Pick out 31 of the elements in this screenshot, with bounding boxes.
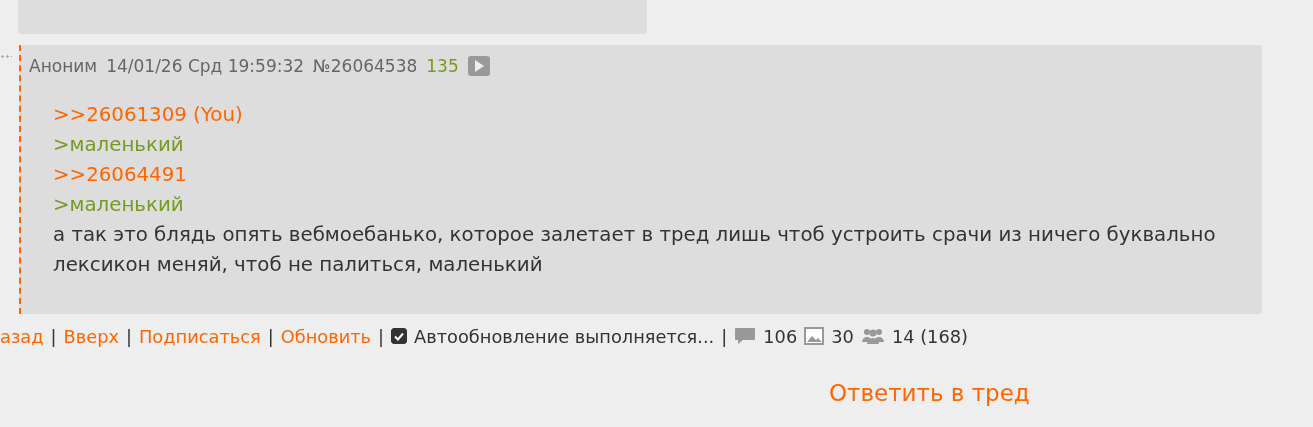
separator: | xyxy=(378,325,385,347)
reply-link[interactable]: >>26064491 xyxy=(53,160,187,190)
speech-bubble-icon xyxy=(734,327,757,345)
reply-link[interactable]: >>26061309 (You) xyxy=(53,100,243,130)
post-text: лексикон меняй, чтоб не палиться, маленький xyxy=(53,252,544,278)
reply-thread-link[interactable]: Ответить в тред xyxy=(829,380,1030,406)
poster-name: Аноним xyxy=(29,56,98,76)
play-icon xyxy=(473,60,484,72)
stat-count: 14 (168) xyxy=(891,325,968,347)
nav-link[interactable]: азад xyxy=(0,325,44,347)
play-button[interactable] xyxy=(467,56,490,76)
stat-count: 106 xyxy=(763,325,798,347)
nav-link[interactable]: Вверх xyxy=(63,325,119,347)
post-text: а так это блядь опять вебмоебанько, которое залетает в тред лишь чтоб устроить срачи из ничего буквально xyxy=(53,222,1217,248)
dots-icon[interactable] xyxy=(0,55,12,58)
nav-link[interactable]: Обновить xyxy=(280,325,372,347)
nav-link[interactable]: Подписаться xyxy=(139,325,261,347)
separator: | xyxy=(267,325,274,347)
image-icon xyxy=(804,327,825,345)
separator: | xyxy=(126,325,132,347)
quote-text: >маленький xyxy=(53,132,185,158)
post-number[interactable]: №26064538 xyxy=(313,56,418,76)
post-date: 14/01/26 Срд 19:59:32 xyxy=(106,56,305,76)
post-index: 135 xyxy=(426,56,459,76)
quote-text: >маленький xyxy=(53,192,185,218)
autoupdate-label: Автообновление выполняется... xyxy=(414,325,715,347)
users-icon xyxy=(860,327,885,345)
separator: | xyxy=(50,325,57,347)
stat-count: 30 xyxy=(831,325,854,347)
autoupdate-checkbox[interactable] xyxy=(391,328,408,344)
separator: | xyxy=(721,325,728,347)
